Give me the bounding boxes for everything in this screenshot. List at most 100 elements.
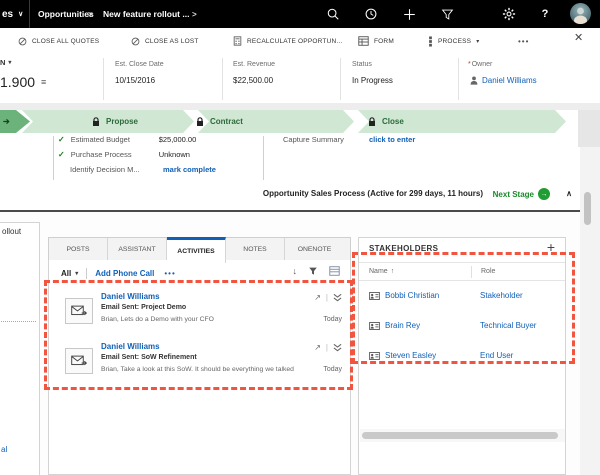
user-avatar[interactable] [570, 3, 591, 24]
expand-double-chevron-icon[interactable] [333, 343, 342, 352]
header-partial-dropdown[interactable]: N ▾ [0, 58, 11, 67]
next-stage-arrow-icon: → [538, 188, 550, 200]
stakeholder-role-link[interactable]: End User [480, 351, 513, 360]
grid-view-icon[interactable] [329, 266, 340, 276]
activity-item-email-1[interactable]: Daniel Williams Email Sent: Project Demo… [49, 292, 350, 336]
field-value-est-revenue[interactable]: $22,500.00 [233, 76, 273, 85]
prohibit-icon [131, 37, 140, 46]
lock-icon [197, 116, 203, 126]
stakeholder-role-link[interactable]: Stakeholder [480, 291, 523, 300]
step-value-estimated-budget[interactable]: $25,000.00 [159, 135, 197, 144]
stakeholder-name-link[interactable]: Steven Easley [369, 351, 436, 360]
open-record-icon[interactable]: ↗ [314, 343, 321, 352]
divider [86, 267, 88, 279]
horizontal-scrollbar-track[interactable] [360, 429, 565, 442]
collapse-chevron-icon[interactable]: ∧ [566, 189, 572, 198]
activity-sender-link[interactable]: Daniel Williams [101, 342, 160, 351]
caret-down-icon: ▾ [75, 270, 79, 277]
stakeholder-row: Brain Rey Technical Buyer [359, 312, 565, 342]
tab-notes[interactable]: NOTES [226, 238, 285, 260]
sort-arrow-icon[interactable]: ↓ [293, 266, 298, 276]
tab-posts[interactable]: POSTS [49, 238, 108, 260]
process-button[interactable]: PROCESS ▾ [428, 28, 479, 54]
check-icon: ✓ [58, 150, 65, 159]
add-phone-call-button[interactable]: Add Phone Call [95, 269, 154, 278]
partial-link[interactable]: al [1, 445, 7, 454]
add-icon[interactable] [400, 5, 418, 23]
column-header-role[interactable]: Role [471, 265, 495, 278]
prohibit-icon [18, 37, 27, 46]
vertical-scrollbar-thumb[interactable] [584, 192, 591, 225]
app-label: es [2, 8, 14, 20]
next-stage-button[interactable]: Next Stage → [493, 188, 550, 200]
caret-down-icon: ▾ [8, 60, 12, 66]
activity-sender-link[interactable]: Daniel Williams [101, 292, 160, 301]
recent-icon[interactable] [362, 5, 380, 23]
stakeholder-row: Bobbi Christian Stakeholder [359, 282, 565, 312]
step-label-capture-summary: Capture Summary [283, 135, 344, 144]
person-icon [470, 76, 478, 85]
app-window: es ∨ Opportunities > New feature rollout… [0, 0, 600, 475]
topic-partial-text: ollout [2, 227, 22, 236]
activity-item-email-2[interactable]: Daniel Williams Email Sent: SoW Refineme… [49, 342, 350, 386]
stakeholder-name-link[interactable]: Bobbi Christian [369, 291, 439, 300]
sort-ascending-icon: ↑ [390, 268, 395, 275]
field-value-est-close-date[interactable]: 10/15/2016 [115, 76, 155, 85]
tab-activities[interactable]: ACTIVITIES [167, 237, 226, 263]
step-label-estimated-budget: Estimated Budget [70, 135, 130, 144]
close-as-lost-button[interactable]: CLOSE AS LOST [131, 28, 199, 54]
contact-card-icon [369, 291, 380, 300]
activity-filter-dropdown[interactable]: All ▾ [61, 269, 78, 278]
field-label-est-revenue: Est. Revenue [233, 61, 276, 68]
filter-icon[interactable] [438, 5, 456, 23]
field-label-est-close-date: Est. Close Date [115, 61, 164, 68]
calculator-icon [233, 36, 242, 46]
timeline-tabs: POSTS ASSISTANT ACTIVITIES NOTES ONENOTE [48, 237, 351, 263]
search-icon[interactable] [324, 5, 342, 23]
activity-date: Today [323, 366, 342, 373]
tab-onenote[interactable]: ONENOTE [285, 238, 344, 260]
open-record-icon[interactable]: ↗ [314, 293, 321, 302]
help-icon[interactable]: ? [536, 5, 554, 23]
toolbar-overflow-button[interactable]: ••• [164, 269, 175, 278]
breadcrumb-record[interactable]: New feature rollout ... [103, 0, 189, 28]
email-sent-icon [65, 348, 93, 374]
overflow-menu-button[interactable]: ••• [518, 28, 529, 54]
top-nav-bar: es ∨ Opportunities > New feature rollout… [0, 0, 600, 28]
stakeholders-title: STAKEHOLDERS [369, 244, 439, 253]
close-all-quotes-button[interactable]: CLOSE ALL QUOTES [18, 28, 99, 54]
activities-panel: All ▾ Add Phone Call ••• ↓ Daniel Willia… [48, 260, 351, 475]
divider [103, 58, 104, 100]
divider [0, 103, 600, 110]
activity-subject: Email Sent: SoW Refinement [101, 354, 197, 361]
mark-complete-link[interactable]: mark complete [163, 165, 216, 174]
header-partial-value[interactable]: 1.900 ≡ [0, 74, 46, 90]
divider [53, 136, 54, 180]
filter-funnel-icon[interactable] [308, 266, 318, 276]
recalculate-opportunity-button[interactable]: RECALCULATE OPPORTUN... [233, 28, 342, 54]
breadcrumb-opportunities[interactable]: Opportunities [38, 0, 94, 28]
email-sent-icon [65, 298, 93, 324]
step-label-identify-decision: Identify Decision M... [70, 165, 140, 174]
field-value-status[interactable]: In Progress [352, 76, 393, 85]
horizontal-scrollbar-thumb[interactable] [362, 432, 558, 439]
expand-double-chevron-icon[interactable] [333, 293, 342, 302]
scroll-gutter-top [578, 110, 600, 147]
stage-arrow-icon: ➔ [3, 117, 10, 126]
add-stakeholder-button[interactable]: + [547, 240, 555, 254]
step-value-purchase-process[interactable]: Unknown [159, 150, 190, 159]
tab-assistant[interactable]: ASSISTANT [108, 238, 167, 260]
stakeholder-role-link[interactable]: Technical Buyer [480, 321, 536, 330]
column-header-name[interactable]: Name ↑ [369, 268, 394, 275]
close-icon[interactable]: ✕ [574, 33, 583, 44]
click-to-enter-link[interactable]: click to enter [369, 135, 415, 144]
settings-gear-icon[interactable] [500, 5, 518, 23]
field-value-owner[interactable]: Daniel Williams [470, 76, 537, 85]
contact-card-icon [369, 321, 380, 330]
step-label-purchase-process: Purchase Process [70, 150, 132, 159]
lines-icon: ≡ [41, 77, 47, 87]
form-button[interactable]: FORM [358, 28, 394, 54]
stakeholder-name-link[interactable]: Brain Rey [369, 321, 420, 330]
app-switcher[interactable]: es ∨ [0, 0, 31, 28]
lock-icon [93, 116, 99, 126]
